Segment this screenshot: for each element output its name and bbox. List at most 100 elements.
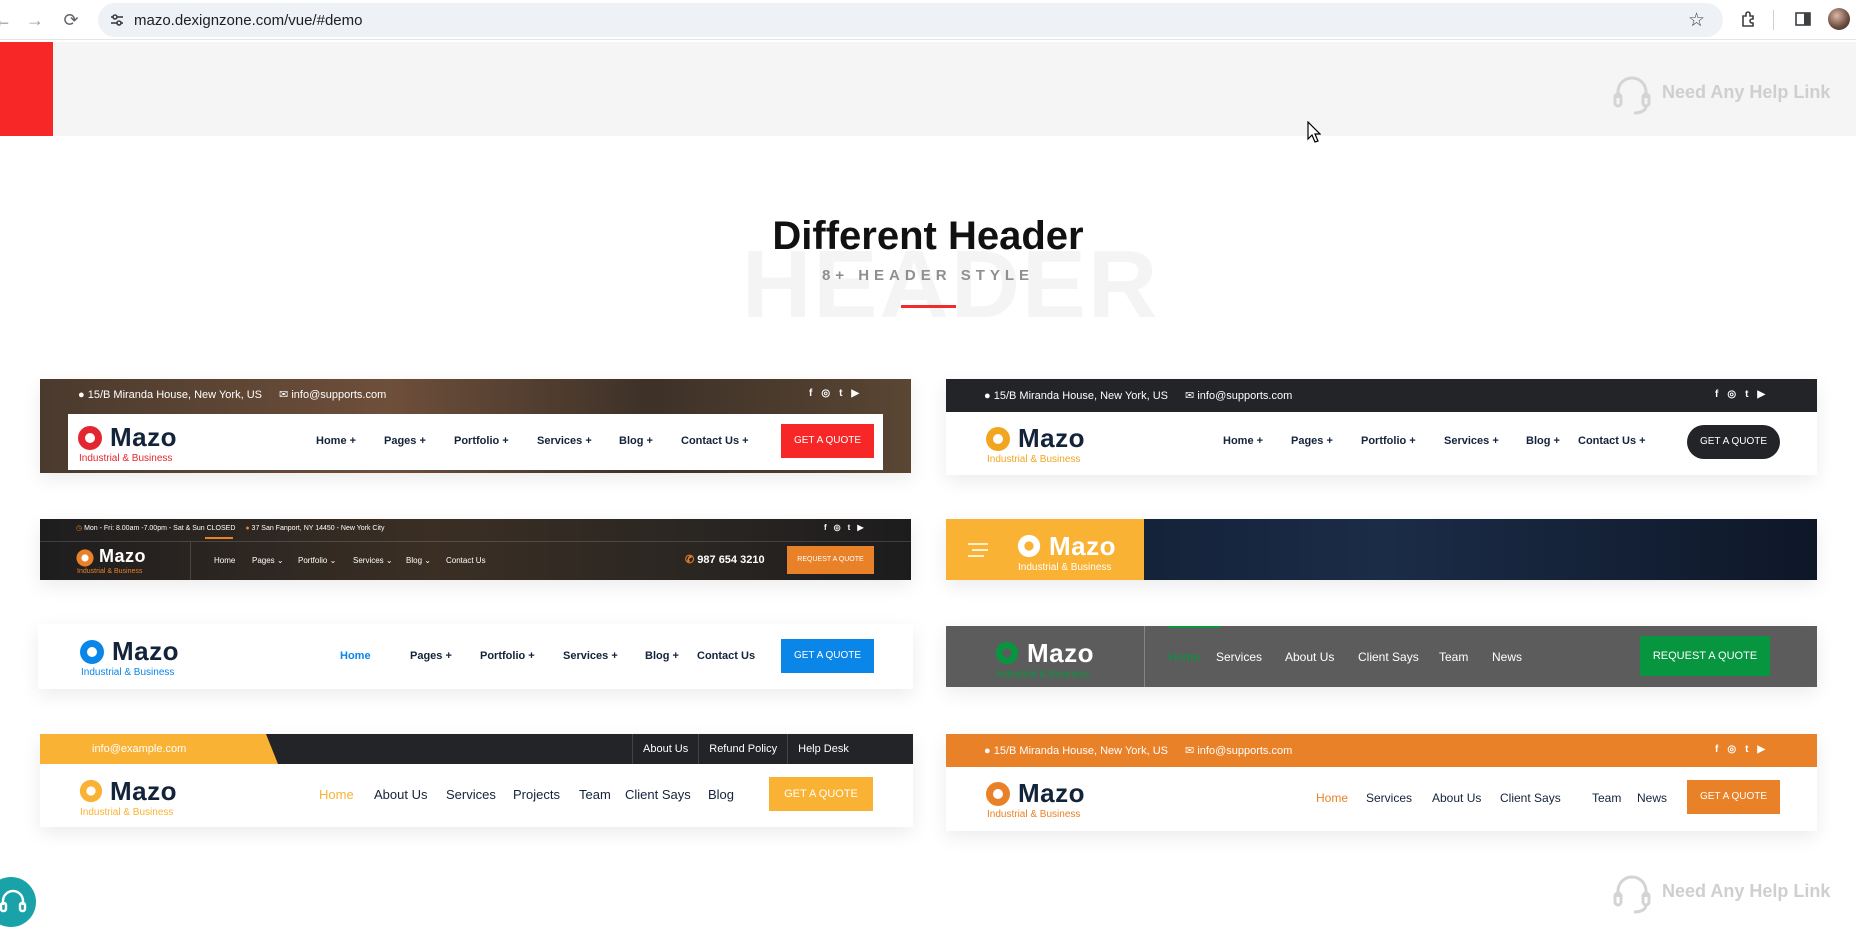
h2-quote-button[interactable]: GET A QUOTE — [1687, 425, 1780, 459]
h6-quote-button[interactable]: REQUEST A QUOTE — [1640, 636, 1770, 676]
section-subtitle: 8+ HEADER STYLE — [821, 267, 1035, 284]
extensions-icon[interactable] — [1739, 9, 1759, 29]
header-preview-3[interactable]: ◷ Mon - Fri: 8.00am -7.00pm - Sat & Sun … — [40, 519, 911, 580]
youtube-icon[interactable]: ▶ — [851, 388, 859, 399]
instagram-icon[interactable]: ◎ — [821, 388, 830, 399]
h1-menu-home[interactable]: Home + — [316, 435, 384, 447]
help-link-text[interactable]: Need Any Help Link — [1662, 82, 1830, 102]
h1-menu-portfolio[interactable]: Portfolio + — [454, 435, 537, 447]
facebook-icon[interactable]: f — [809, 388, 812, 399]
h2-menu-contact[interactable]: Contact Us + — [1578, 435, 1658, 447]
facebook-icon[interactable]: f — [1715, 744, 1718, 755]
h8-menu-news[interactable]: News — [1637, 791, 1677, 805]
h6-menu-news[interactable]: News — [1492, 650, 1532, 664]
h7-email[interactable]: info@example.com — [92, 743, 186, 755]
h1-menu-services[interactable]: Services + — [537, 435, 619, 447]
h3-menu-home[interactable]: Home — [214, 556, 252, 565]
h4-brand: Mazo — [1049, 531, 1116, 561]
header-preview-6[interactable]: Mazo Industrial & Business Home Services… — [946, 626, 1817, 687]
h6-menu-about[interactable]: About Us — [1285, 650, 1358, 664]
h7-menu-projects[interactable]: Projects — [513, 787, 579, 802]
header-preview-2[interactable]: ● 15/B Miranda House, New York, US ✉ inf… — [946, 379, 1817, 475]
sidebar-icon[interactable] — [1793, 9, 1813, 29]
h7-top-links: About Us Refund Policy Help Desk — [632, 734, 859, 764]
h3-menu-pages[interactable]: Pages ⌄ — [252, 556, 298, 565]
twitter-icon[interactable]: t — [839, 388, 842, 399]
tune-icon[interactable] — [110, 13, 124, 27]
h5-menu-services[interactable]: Services + — [563, 650, 645, 662]
h8-quote-button[interactable]: GET A QUOTE — [1687, 780, 1780, 814]
instagram-icon[interactable]: ◎ — [1727, 744, 1736, 755]
h3-phone[interactable]: ✆ 987 654 3210 — [685, 553, 765, 566]
h7-link-about[interactable]: About Us — [632, 734, 698, 764]
h2-menu-blog[interactable]: Blog + — [1526, 435, 1578, 447]
h5-menu-blog[interactable]: Blog + — [645, 650, 697, 662]
h1-quote-button[interactable]: GET A QUOTE — [781, 424, 874, 458]
h7-menu-home[interactable]: Home — [319, 787, 374, 802]
h1-menu-contact[interactable]: Contact Us + — [681, 435, 761, 447]
h3-quote-button[interactable]: REQUEST A QUOTE — [787, 546, 874, 574]
h6-menu-team[interactable]: Team — [1439, 650, 1492, 664]
h7-quote-button[interactable]: GET A QUOTE — [769, 777, 873, 811]
header-preview-4[interactable]: Mazo Industrial & Business — [946, 519, 1817, 580]
h3-menu-portfolio[interactable]: Portfolio ⌄ — [298, 556, 353, 565]
h2-menu-pages[interactable]: Pages + — [1291, 435, 1361, 447]
h6-menu-clients[interactable]: Client Says — [1358, 650, 1439, 664]
reload-icon[interactable]: ⟳ — [60, 9, 82, 31]
h6-menu-home[interactable]: Home — [1168, 650, 1216, 664]
header-preview-8[interactable]: ● 15/B Miranda House, New York, US ✉ inf… — [946, 734, 1817, 831]
h8-menu-home[interactable]: Home — [1316, 791, 1366, 805]
header-preview-5[interactable]: Mazo Industrial & Business Home Pages + … — [38, 624, 913, 689]
help-link[interactable]: Need Any Help Link — [1613, 76, 1830, 115]
h2-menu-services[interactable]: Services + — [1444, 435, 1526, 447]
back-icon[interactable]: ← — [0, 9, 14, 31]
help-link-bottom[interactable]: Need Any Help Link — [1613, 875, 1830, 914]
forward-icon[interactable]: → — [24, 9, 46, 31]
profile-avatar[interactable] — [1828, 8, 1850, 30]
h5-menu-portfolio[interactable]: Portfolio + — [480, 650, 563, 662]
hamburger-menu-icon[interactable] — [968, 542, 990, 558]
h3-divider — [40, 541, 911, 542]
url-text[interactable]: mazo.dexignzone.com/vue/#demo — [134, 12, 362, 29]
h7-link-refund[interactable]: Refund Policy — [698, 734, 787, 764]
h8-menu-team[interactable]: Team — [1592, 791, 1637, 805]
h8-menu-clients[interactable]: Client Says — [1500, 791, 1592, 805]
header-preview-7[interactable]: info@example.com About Us Refund Policy … — [40, 734, 913, 827]
youtube-icon[interactable]: ▶ — [857, 523, 863, 532]
address-bar[interactable]: mazo.dexignzone.com/vue/#demo ☆ — [98, 3, 1723, 37]
h5-menu-home[interactable]: Home — [340, 650, 410, 662]
h2-menu-home[interactable]: Home + — [1223, 435, 1291, 447]
gear-logo-icon — [1017, 534, 1041, 558]
facebook-icon[interactable]: f — [1715, 389, 1718, 400]
header-preview-1[interactable]: ● 15/B Miranda House, New York, US ✉ inf… — [40, 379, 911, 473]
h5-menu-pages[interactable]: Pages + — [410, 650, 480, 662]
h8-menu-about[interactable]: About Us — [1432, 791, 1500, 805]
twitter-icon[interactable]: t — [1745, 744, 1748, 755]
instagram-icon[interactable]: ◎ — [1727, 389, 1736, 400]
h1-menu-blog[interactable]: Blog + — [619, 435, 681, 447]
h3-menu-services[interactable]: Services ⌄ — [353, 556, 406, 565]
h1-menu-pages[interactable]: Pages + — [384, 435, 454, 447]
h7-menu-team[interactable]: Team — [579, 787, 625, 802]
h7-menu-services[interactable]: Services — [446, 787, 513, 802]
h5-menu-contact[interactable]: Contact Us — [697, 650, 767, 662]
h5-quote-button[interactable]: GET A QUOTE — [781, 639, 874, 673]
youtube-icon[interactable]: ▶ — [1757, 744, 1765, 755]
twitter-icon[interactable]: t — [1745, 389, 1748, 400]
h2-menu-portfolio[interactable]: Portfolio + — [1361, 435, 1444, 447]
h6-menu-services[interactable]: Services — [1216, 650, 1285, 664]
h8-menu-services[interactable]: Services — [1366, 791, 1432, 805]
h7-menu-clients[interactable]: Client Says — [625, 787, 708, 802]
h3-menu-contact[interactable]: Contact Us — [446, 556, 496, 565]
help-link-bottom-text[interactable]: Need Any Help Link — [1662, 881, 1830, 901]
h7-link-helpdesk[interactable]: Help Desk — [787, 734, 859, 764]
facebook-icon[interactable]: f — [824, 523, 827, 532]
h7-menu-about[interactable]: About Us — [374, 787, 446, 802]
star-icon[interactable]: ☆ — [1688, 9, 1705, 32]
twitter-icon[interactable]: t — [848, 523, 851, 532]
youtube-icon[interactable]: ▶ — [1757, 389, 1765, 400]
h3-menu-blog[interactable]: Blog ⌄ — [406, 556, 446, 565]
support-chat-button[interactable] — [0, 877, 36, 927]
h7-menu-blog[interactable]: Blog — [708, 787, 748, 802]
instagram-icon[interactable]: ◎ — [834, 523, 841, 532]
